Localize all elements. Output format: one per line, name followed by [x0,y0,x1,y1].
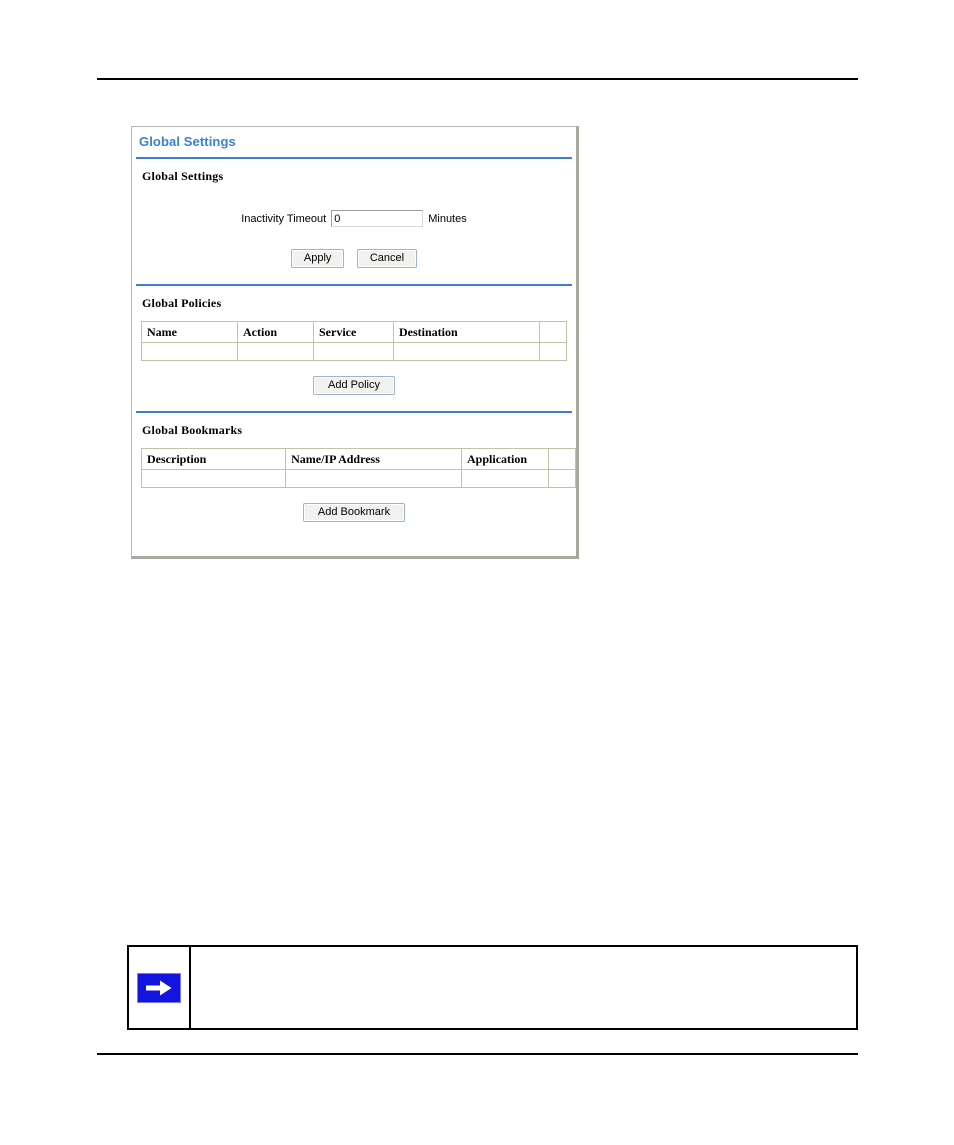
section-global-settings: Global Settings Inactivity Timeout Minute… [132,159,576,284]
table-row [141,342,567,361]
note-callout-box [127,945,858,1030]
blue-arrow-note-icon [137,972,181,1003]
bookmarks-cell-actions [548,469,576,488]
bookmarks-col-actions [548,448,576,470]
apply-button[interactable]: Apply [290,249,345,268]
inactivity-timeout-label: Inactivity Timeout [241,212,327,225]
section-global-bookmarks: Global Bookmarks Description Name/IP Add… [132,413,576,522]
policies-cell-actions [539,342,567,361]
add-policy-button[interactable]: Add Policy [313,376,395,395]
page-footer-rule [97,1053,858,1055]
policies-col-actions [539,321,567,343]
inactivity-timeout-unit: Minutes [428,212,467,225]
page-header-rule [97,78,858,80]
add-bookmark-button[interactable]: Add Bookmark [302,503,406,522]
policies-col-service: Service [313,321,394,343]
policies-cell-name [141,342,238,361]
policies-col-name: Name [141,321,238,343]
section-heading-global-bookmarks: Global Bookmarks [142,423,243,437]
note-text [191,947,856,1028]
bookmarks-cell-name-ip-address [285,469,463,488]
inactivity-timeout-input[interactable] [331,210,424,228]
policies-table: Name Action Service Destination [141,321,567,361]
bookmarks-button-row: Add Bookmark [132,502,576,522]
bookmarks-table-header-row: Description Name/IP Address Application [140,448,576,470]
page-title: Global Settings [139,134,236,149]
policies-button-row: Add Policy [132,375,576,395]
bookmarks-cell-description [140,469,287,488]
cancel-button[interactable]: Cancel [356,249,418,268]
policies-cell-destination [393,342,540,361]
inactivity-timeout-row: Inactivity Timeout Minutes [132,210,576,228]
bookmarks-col-name-ip-address: Name/IP Address [285,448,463,470]
section-heading-global-settings: Global Settings [142,169,224,183]
bookmarks-col-description: Description [140,448,287,470]
section-heading-global-policies: Global Policies [142,296,222,310]
bookmarks-cell-application [461,469,550,488]
settings-button-row: Apply Cancel [132,248,576,268]
panel-titlebar: Global Settings [132,127,576,157]
table-row [140,469,576,488]
bookmarks-col-application: Application [461,448,550,470]
policies-col-action: Action [237,321,314,343]
policies-table-header-row: Name Action Service Destination [141,321,567,343]
note-icon-cell [129,947,191,1028]
policies-col-destination: Destination [393,321,540,343]
section-global-policies: Global Policies Name Action Service Dest… [132,286,576,411]
policies-cell-action [237,342,314,361]
bookmarks-table: Description Name/IP Address Application [140,448,576,488]
global-settings-panel: Global Settings Global Settings Inactivi… [131,126,579,559]
policies-cell-service [313,342,394,361]
